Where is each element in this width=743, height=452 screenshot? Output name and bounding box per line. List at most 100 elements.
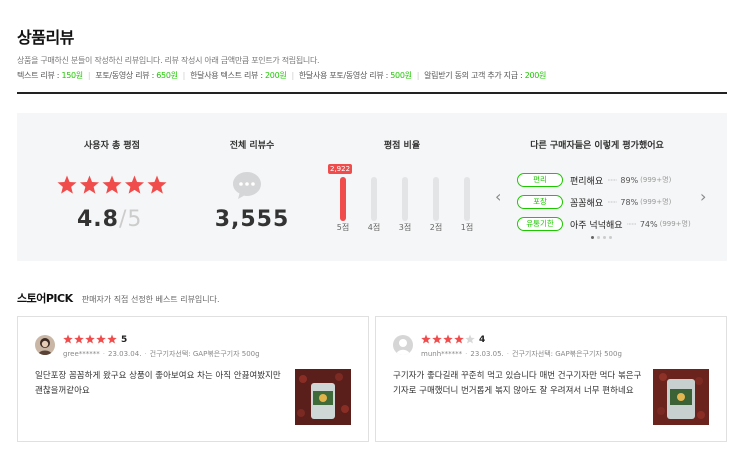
star-icon	[85, 334, 95, 344]
others-list: 편리 편리해요 ······ 89% (999+명) 포장 꼼꼼해요 ······ 78% (99…	[517, 169, 697, 235]
evaluation-percent: 89%	[620, 175, 639, 185]
review-photo[interactable]	[653, 369, 709, 425]
ratio-chart: 2,922 5점 4점 3점 2점 1점	[322, 161, 482, 241]
ratio-bar-fill	[340, 177, 346, 221]
evaluation-tag: 편리	[517, 173, 563, 187]
chat-icon	[233, 172, 261, 199]
others-title: 다른 구매자들은 이렇게 평가했어요	[530, 141, 664, 151]
ratio-label: 2점	[429, 223, 443, 232]
point-info: 텍스트 리뷰 : 150원 | 포토/동영상 리뷰 : 650원 | 한달사용 텍스트 …	[17, 70, 546, 81]
evaluation-count: (999+명)	[659, 220, 691, 228]
evaluation-count: (999+명)	[640, 176, 672, 184]
point-label: 알림받기 동의 고객 추가 지급 :	[424, 71, 525, 80]
star-icon	[421, 334, 431, 344]
review-count: 3,555	[214, 207, 290, 232]
store-pick-subtitle: 판매자가 직접 선정한 베스트 리뷰입니다.	[81, 295, 220, 304]
review-stars: 4	[421, 334, 485, 345]
evaluation-row: 편리 편리해요 ······ 89% (999+명)	[517, 169, 697, 191]
review-text: 구기자가 좋다길래 꾸준히 먹고 있습니다 매번 건구기자만 먹다 볶은구기자로…	[393, 371, 642, 396]
star-icon	[443, 334, 453, 344]
review-score: 5	[121, 334, 128, 345]
point-amount: 200원	[524, 71, 547, 80]
header-divider	[17, 92, 727, 94]
ratio-top-badge: 2,922	[328, 164, 353, 174]
star-icon	[465, 334, 475, 344]
evaluation-row: 유통기한 아주 넉넉해요 ······ 74% (999+명)	[517, 213, 697, 235]
star-icon	[74, 334, 84, 344]
evaluation-phrase: 꼼꼼해요	[570, 198, 604, 209]
star-icon	[147, 175, 167, 194]
ratio-bar	[464, 177, 470, 221]
point-separator: |	[182, 71, 186, 80]
store-pick-title: 스토어PICK	[17, 292, 73, 305]
pager-dot[interactable]	[609, 236, 612, 239]
evaluation-row: 포장 꼼꼼해요 ······ 78% (999+명)	[517, 191, 697, 213]
point-separator: |	[416, 71, 420, 80]
star-icon	[432, 334, 442, 344]
rating-title: 사용자 총 평점	[84, 141, 140, 151]
page-title: 상품리뷰	[17, 28, 74, 47]
avatar	[35, 335, 55, 355]
ratio-label: 4점	[367, 223, 381, 232]
evaluation-tag: 포장	[517, 195, 563, 209]
rating-value: 4.8	[77, 207, 119, 232]
star-icon	[57, 175, 77, 194]
dotted-leader: ······	[626, 219, 637, 229]
star-icon	[63, 334, 73, 344]
review-user: munh******	[421, 350, 463, 358]
rating-max: /5	[118, 207, 143, 232]
star-icon	[124, 175, 145, 194]
evaluation-percent: 74%	[639, 219, 658, 229]
review-user: gree******	[63, 350, 100, 358]
review-card[interactable]: 4 munh****** · 23.03.05. · 건구기자선택: GAP볶은구기자 …	[375, 316, 727, 442]
star-icon	[107, 334, 117, 344]
ratio-bar	[340, 177, 346, 221]
point-label: 한달사용 텍스트 리뷰 :	[190, 71, 265, 80]
point-separator: |	[291, 71, 294, 80]
ratio-bar	[433, 177, 439, 221]
avatar	[393, 335, 413, 355]
evaluation-phrase: 편리해요	[570, 176, 604, 187]
point-amount: 150원	[61, 71, 83, 80]
ratio-label: 3점	[398, 223, 412, 232]
ratio-title: 평점 비율	[383, 141, 421, 151]
rating-score: 4.8/5	[77, 207, 142, 232]
star-icon	[454, 334, 464, 344]
review-description: 상품을 구매하신 분들이 작성하신 리뷰입니다. 리뷰 작성시 아래 금액만큼 …	[17, 56, 320, 65]
evaluation-count: (999+명)	[640, 198, 672, 206]
point-amount: 500원	[390, 71, 412, 80]
pager-dot[interactable]	[591, 236, 594, 239]
point-label: 포토/동영상 리뷰 :	[95, 71, 157, 80]
ratio-bar	[371, 177, 377, 221]
point-label: 텍스트 리뷰 :	[17, 71, 62, 80]
review-summary: 사용자 총 평점 4.8/5 전체 리뷰수 3,555 평점 비율 2,922 …	[17, 113, 727, 261]
review-date: 23.03.04.	[108, 350, 142, 358]
dotted-leader: ······	[607, 175, 617, 185]
review-meta: gree****** · 23.03.04. · 건구기자선택: GAP볶은구기자 50…	[63, 350, 260, 358]
review-option: 건구기자선택: GAP볶은구기자 500g	[512, 350, 622, 358]
point-amount: 200원	[265, 71, 287, 80]
review-photo[interactable]	[295, 369, 351, 425]
review-date: 23.03.05.	[470, 350, 504, 358]
pager-dot[interactable]	[603, 236, 606, 239]
point-separator: |	[87, 71, 91, 80]
point-label: 한달사용 포토/동영상 리뷰 :	[298, 71, 391, 80]
evaluation-tag: 유통기한	[517, 217, 563, 231]
review-stars: 5	[63, 334, 127, 345]
store-pick-header: 스토어PICK 판매자가 직접 선정한 베스트 리뷰입니다.	[17, 287, 220, 306]
dotted-leader: ······	[607, 197, 617, 207]
pager-dot[interactable]	[597, 236, 600, 239]
review-option: 건구기자선택: GAP볶은구기자 500g	[149, 350, 260, 358]
ratio-label: 1점	[460, 223, 474, 232]
star-icon	[102, 175, 122, 194]
rating-stars	[57, 175, 167, 194]
ratio-label: 5점	[336, 223, 350, 232]
review-card[interactable]: 5 gree****** · 23.03.04. · 건구기자선택: GAP볶은구기자 …	[17, 316, 369, 442]
prev-arrow[interactable]: ‹	[495, 189, 501, 205]
carousel-pager[interactable]	[591, 236, 612, 239]
evaluation-percent: 78%	[620, 197, 639, 207]
count-title: 전체 리뷰수	[229, 141, 275, 151]
next-arrow[interactable]: ›	[700, 189, 706, 205]
star-icon	[96, 334, 106, 344]
star-icon	[79, 175, 100, 194]
